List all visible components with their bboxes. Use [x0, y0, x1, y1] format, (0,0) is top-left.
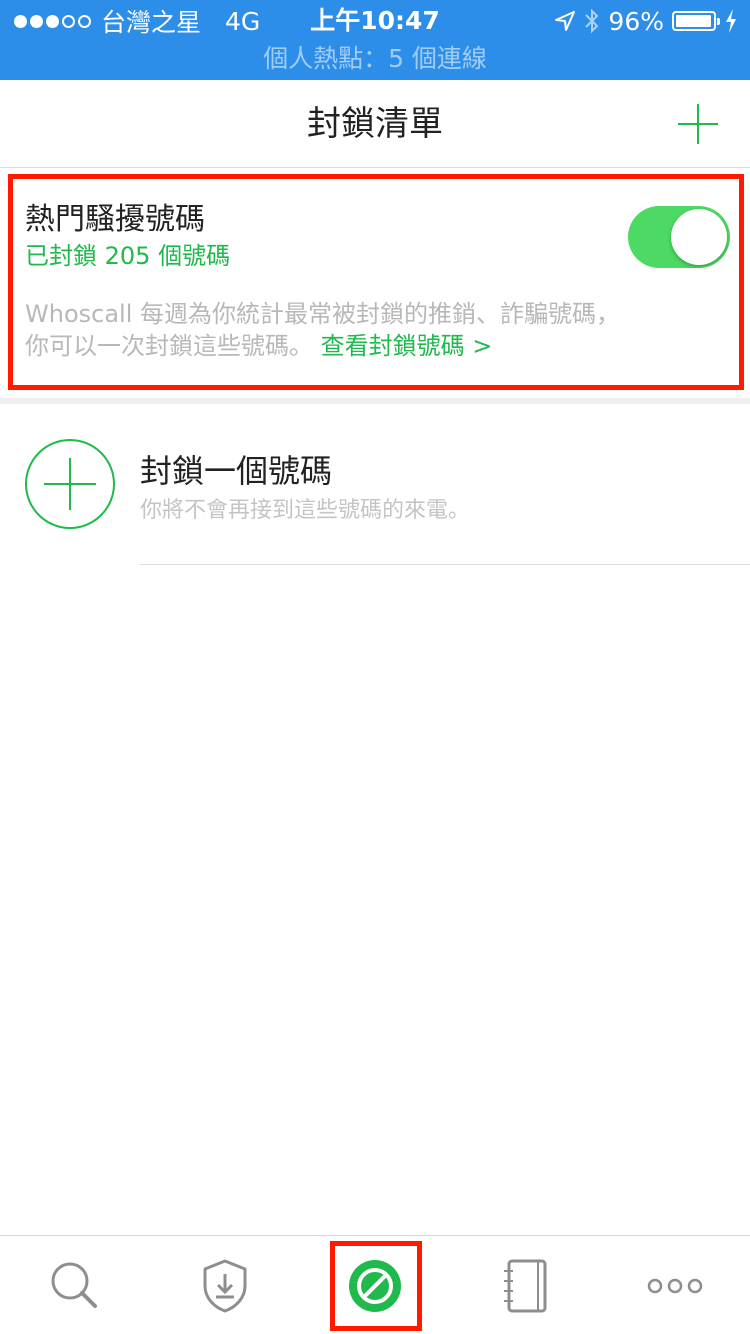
shield-download-icon	[203, 1259, 247, 1312]
status-bar: 台灣之星 4G 上午10:47 96% 個人熱點：5 個連線	[0, 0, 750, 80]
highlight-frame-hot-spam	[8, 174, 744, 390]
highlight-frame-active-tab	[330, 1241, 422, 1331]
bluetooth-icon	[585, 8, 599, 34]
status-right: 96%	[554, 5, 738, 37]
battery-icon	[672, 11, 720, 31]
location-arrow-icon	[555, 11, 576, 31]
tab-search[interactable]	[0, 1236, 150, 1334]
tab-protection[interactable]	[150, 1236, 300, 1334]
charging-bolt-icon	[726, 9, 736, 33]
battery-percent: 96%	[608, 6, 664, 36]
tab-more[interactable]	[600, 1236, 750, 1334]
page-title: 封鎖清單	[307, 104, 443, 144]
hotspot-banner[interactable]: 個人熱點：5 個連線	[0, 42, 750, 76]
block-number-subtitle: 你將不會再接到這些號碼的來電。	[140, 498, 471, 523]
add-button[interactable]	[676, 102, 720, 146]
row-divider	[140, 564, 750, 565]
search-icon	[51, 1262, 97, 1308]
nav-bar: 封鎖清單	[0, 80, 750, 168]
tab-contacts[interactable]	[450, 1236, 600, 1334]
add-circle-icon	[25, 439, 115, 529]
notebook-icon	[504, 1259, 547, 1312]
block-number-row[interactable]: 封鎖一個號碼 你將不會再接到這些號碼的來電。	[0, 404, 750, 566]
block-number-title: 封鎖一個號碼	[140, 452, 333, 490]
more-icon	[647, 1278, 703, 1293]
